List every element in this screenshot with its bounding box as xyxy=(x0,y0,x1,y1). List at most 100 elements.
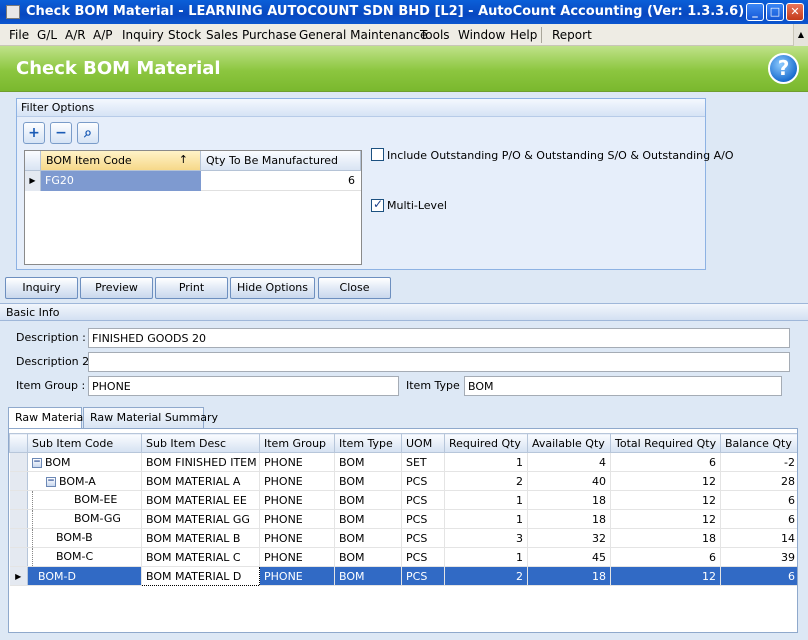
available-qty-cell[interactable]: 4 xyxy=(527,452,611,472)
total-required-qty-cell[interactable]: 12 xyxy=(610,509,721,529)
menu-report[interactable]: Report xyxy=(552,28,592,42)
inquiry-button[interactable]: Inquiry xyxy=(5,277,78,299)
required-qty-cell[interactable]: 1 xyxy=(444,490,528,510)
print-button[interactable]: Print xyxy=(155,277,228,299)
total-required-qty-cell[interactable]: 12 xyxy=(610,490,721,510)
sub-item-code-cell[interactable]: − BOM-A xyxy=(27,471,142,491)
preview-button[interactable]: Preview xyxy=(80,277,153,299)
required-qty-cell[interactable]: 2 xyxy=(444,566,528,586)
sub-item-desc-cell[interactable]: BOM FINISHED ITEM xyxy=(141,452,260,472)
available-qty-cell[interactable]: 18 xyxy=(527,566,611,586)
balance-qty-cell[interactable]: 6 xyxy=(720,509,797,529)
item-type-cell[interactable]: BOM xyxy=(334,471,402,491)
menu-gl[interactable]: G/L xyxy=(37,28,57,42)
hide-options-button[interactable]: Hide Options xyxy=(230,277,315,299)
menu-inquiry[interactable]: Inquiry xyxy=(122,28,164,42)
uom-cell[interactable]: PCS xyxy=(401,509,445,529)
menu-tools[interactable]: Tools xyxy=(420,28,450,42)
multi-level-checkbox[interactable] xyxy=(371,197,384,212)
item-type-cell[interactable]: BOM xyxy=(334,528,402,548)
description-field[interactable]: FINISHED GOODS 20 xyxy=(88,328,790,348)
add-row-button[interactable]: + xyxy=(23,122,45,144)
item-group-cell[interactable]: PHONE xyxy=(259,547,335,567)
table-row[interactable]: BOM-GG BOM MATERIAL GG PHONE BOM PCS 1 1… xyxy=(9,509,797,529)
sub-item-code-cell[interactable]: BOM-B xyxy=(27,528,142,548)
item-type-cell[interactable]: BOM xyxy=(334,490,402,510)
collapse-icon[interactable]: − xyxy=(46,476,56,487)
sub-item-desc-cell[interactable]: BOM MATERIAL EE xyxy=(141,490,260,510)
column-header-balance-qty[interactable]: Balance Qty xyxy=(720,433,797,453)
sub-item-desc-cell[interactable]: BOM MATERIAL B xyxy=(141,528,260,548)
menu-purchase[interactable]: Purchase xyxy=(242,28,297,42)
required-qty-cell[interactable]: 1 xyxy=(444,509,528,529)
filter-row-qty[interactable]: 6 xyxy=(201,171,361,191)
item-group-cell[interactable]: PHONE xyxy=(259,490,335,510)
balance-qty-cell[interactable]: 28 xyxy=(720,471,797,491)
item-type-cell[interactable]: BOM xyxy=(334,452,402,472)
menu-general-maintenance[interactable]: General Maintenance xyxy=(299,28,427,42)
include-outstanding-checkbox[interactable] xyxy=(371,148,384,161)
uom-cell[interactable]: SET xyxy=(401,452,445,472)
menu-ar[interactable]: A/R xyxy=(65,28,86,42)
item-group-cell[interactable]: PHONE xyxy=(259,566,335,586)
table-row-selected[interactable]: ▶ BOM-D BOM MATERIAL D PHONE BOM PCS 2 1… xyxy=(9,566,797,586)
sub-item-code-cell[interactable]: − BOM xyxy=(27,452,142,472)
column-header-total-required-qty[interactable]: Total Required Qty xyxy=(610,433,721,453)
tab-raw-material[interactable]: Raw Material xyxy=(8,407,86,429)
available-qty-cell[interactable]: 45 xyxy=(527,547,611,567)
column-header-item-group[interactable]: Item Group xyxy=(259,433,335,453)
total-required-qty-cell[interactable]: 12 xyxy=(610,566,721,586)
search-button[interactable]: ⌕ xyxy=(77,122,99,144)
table-row[interactable]: BOM-C BOM MATERIAL C PHONE BOM PCS 1 45 … xyxy=(9,547,797,567)
available-qty-cell[interactable]: 40 xyxy=(527,471,611,491)
column-header-sub-item-desc[interactable]: Sub Item Desc xyxy=(141,433,260,453)
total-required-qty-cell[interactable]: 18 xyxy=(610,528,721,548)
tab-raw-material-summary[interactable]: Raw Material Summary xyxy=(83,407,218,428)
column-header-required-qty[interactable]: Required Qty xyxy=(444,433,528,453)
close-window-button[interactable]: ✕ xyxy=(786,3,804,21)
minimize-button[interactable]: _ xyxy=(746,3,764,21)
required-qty-cell[interactable]: 1 xyxy=(444,547,528,567)
collapse-icon[interactable]: − xyxy=(32,457,42,468)
item-type-cell[interactable]: BOM xyxy=(334,566,402,586)
menu-sales[interactable]: Sales xyxy=(206,28,238,42)
filter-row-item-code[interactable]: FG20 xyxy=(41,171,201,191)
menu-window[interactable]: Window xyxy=(458,28,505,42)
required-qty-cell[interactable]: 3 xyxy=(444,528,528,548)
required-qty-cell[interactable]: 1 xyxy=(444,452,528,472)
uom-cell[interactable]: PCS xyxy=(401,547,445,567)
sub-item-desc-cell[interactable]: BOM MATERIAL GG xyxy=(141,509,260,529)
available-qty-cell[interactable]: 18 xyxy=(527,509,611,529)
item-type-cell[interactable]: BOM xyxy=(334,509,402,529)
menu-file[interactable]: File xyxy=(9,28,29,42)
sub-item-code-cell[interactable]: BOM-C xyxy=(27,547,142,567)
item-group-cell[interactable]: PHONE xyxy=(259,528,335,548)
balance-qty-cell[interactable]: 6 xyxy=(720,490,797,510)
sub-item-code-cell[interactable]: BOM-EE xyxy=(27,490,142,510)
close-button[interactable]: Close xyxy=(318,277,391,299)
balance-qty-cell[interactable]: 6 xyxy=(720,566,797,586)
menu-scroll-arrow-icon[interactable]: ▲ xyxy=(793,24,808,46)
balance-qty-cell[interactable]: 14 xyxy=(720,528,797,548)
item-group-field[interactable]: PHONE xyxy=(88,376,399,396)
column-header-bom-item-code[interactable]: BOM Item Code ↑ xyxy=(41,151,201,171)
table-row[interactable]: BOM-EE BOM MATERIAL EE PHONE BOM PCS 1 1… xyxy=(9,490,797,510)
sub-item-code-cell[interactable]: BOM-GG xyxy=(27,509,142,529)
total-required-qty-cell[interactable]: 6 xyxy=(610,547,721,567)
description2-field[interactable] xyxy=(88,352,790,372)
uom-cell[interactable]: PCS xyxy=(401,471,445,491)
table-row[interactable]: BOM-B BOM MATERIAL B PHONE BOM PCS 3 32 … xyxy=(9,528,797,548)
menu-ap[interactable]: A/P xyxy=(93,28,113,42)
required-qty-cell[interactable]: 2 xyxy=(444,471,528,491)
uom-cell[interactable]: PCS xyxy=(401,566,445,586)
table-row[interactable]: − BOM-A BOM MATERIAL A PHONE BOM PCS 2 40… xyxy=(9,471,797,491)
available-qty-cell[interactable]: 18 xyxy=(527,490,611,510)
help-button[interactable]: ? xyxy=(768,53,799,84)
remove-row-button[interactable]: − xyxy=(50,122,72,144)
available-qty-cell[interactable]: 32 xyxy=(527,528,611,548)
total-required-qty-cell[interactable]: 6 xyxy=(610,452,721,472)
column-header-sub-item-code[interactable]: Sub Item Code xyxy=(27,433,142,453)
column-header-item-type[interactable]: Item Type xyxy=(334,433,402,453)
menu-help[interactable]: Help xyxy=(510,28,537,42)
balance-qty-cell[interactable]: -2 xyxy=(720,452,797,472)
